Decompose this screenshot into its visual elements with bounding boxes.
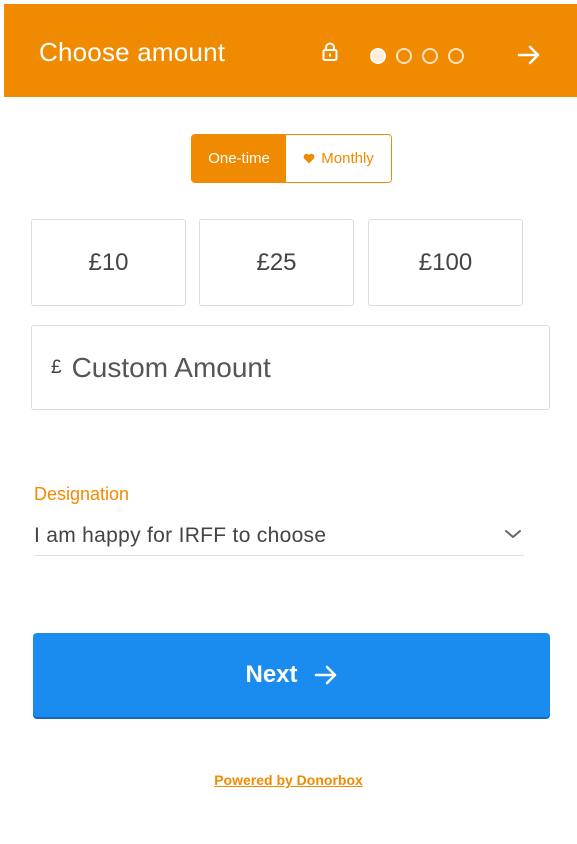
heart-icon [303, 153, 315, 164]
amount-button-25[interactable]: £25 [199, 219, 354, 306]
custom-amount-input[interactable] [71, 351, 512, 384]
designation-select[interactable]: I am happy for IRFF to choose [34, 516, 524, 556]
header-bar: Choose amount [4, 4, 577, 97]
next-button-label: Next [245, 661, 298, 688]
step-indicator [370, 48, 464, 64]
step-dot-1 [370, 48, 386, 64]
powered-by-link[interactable]: Powered by Donorbox [0, 772, 577, 788]
monthly-button[interactable]: Monthly [286, 135, 391, 182]
chevron-down-icon [505, 530, 521, 538]
monthly-label: Monthly [321, 150, 374, 167]
frequency-toggle: One-time Monthly [191, 134, 392, 183]
currency-symbol: £ [51, 356, 62, 378]
amount-button-100[interactable]: £100 [368, 219, 523, 306]
step-dot-4 [448, 48, 464, 64]
designation-label: Designation [34, 484, 130, 504]
next-button[interactable]: Next [33, 633, 550, 717]
amount-button-10[interactable]: £10 [31, 219, 186, 306]
page-title: Choose amount [39, 37, 226, 67]
lock-icon [322, 42, 338, 61]
arrow-right-icon[interactable] [517, 44, 541, 66]
designation-value: I am happy for IRFF to choose [34, 523, 327, 547]
step-dot-2 [396, 48, 412, 64]
one-time-button[interactable]: One-time [192, 135, 287, 182]
custom-amount-field[interactable]: £ [31, 325, 550, 410]
one-time-label: One-time [208, 150, 270, 167]
arrow-right-icon [314, 665, 336, 685]
step-dot-3 [422, 48, 438, 64]
